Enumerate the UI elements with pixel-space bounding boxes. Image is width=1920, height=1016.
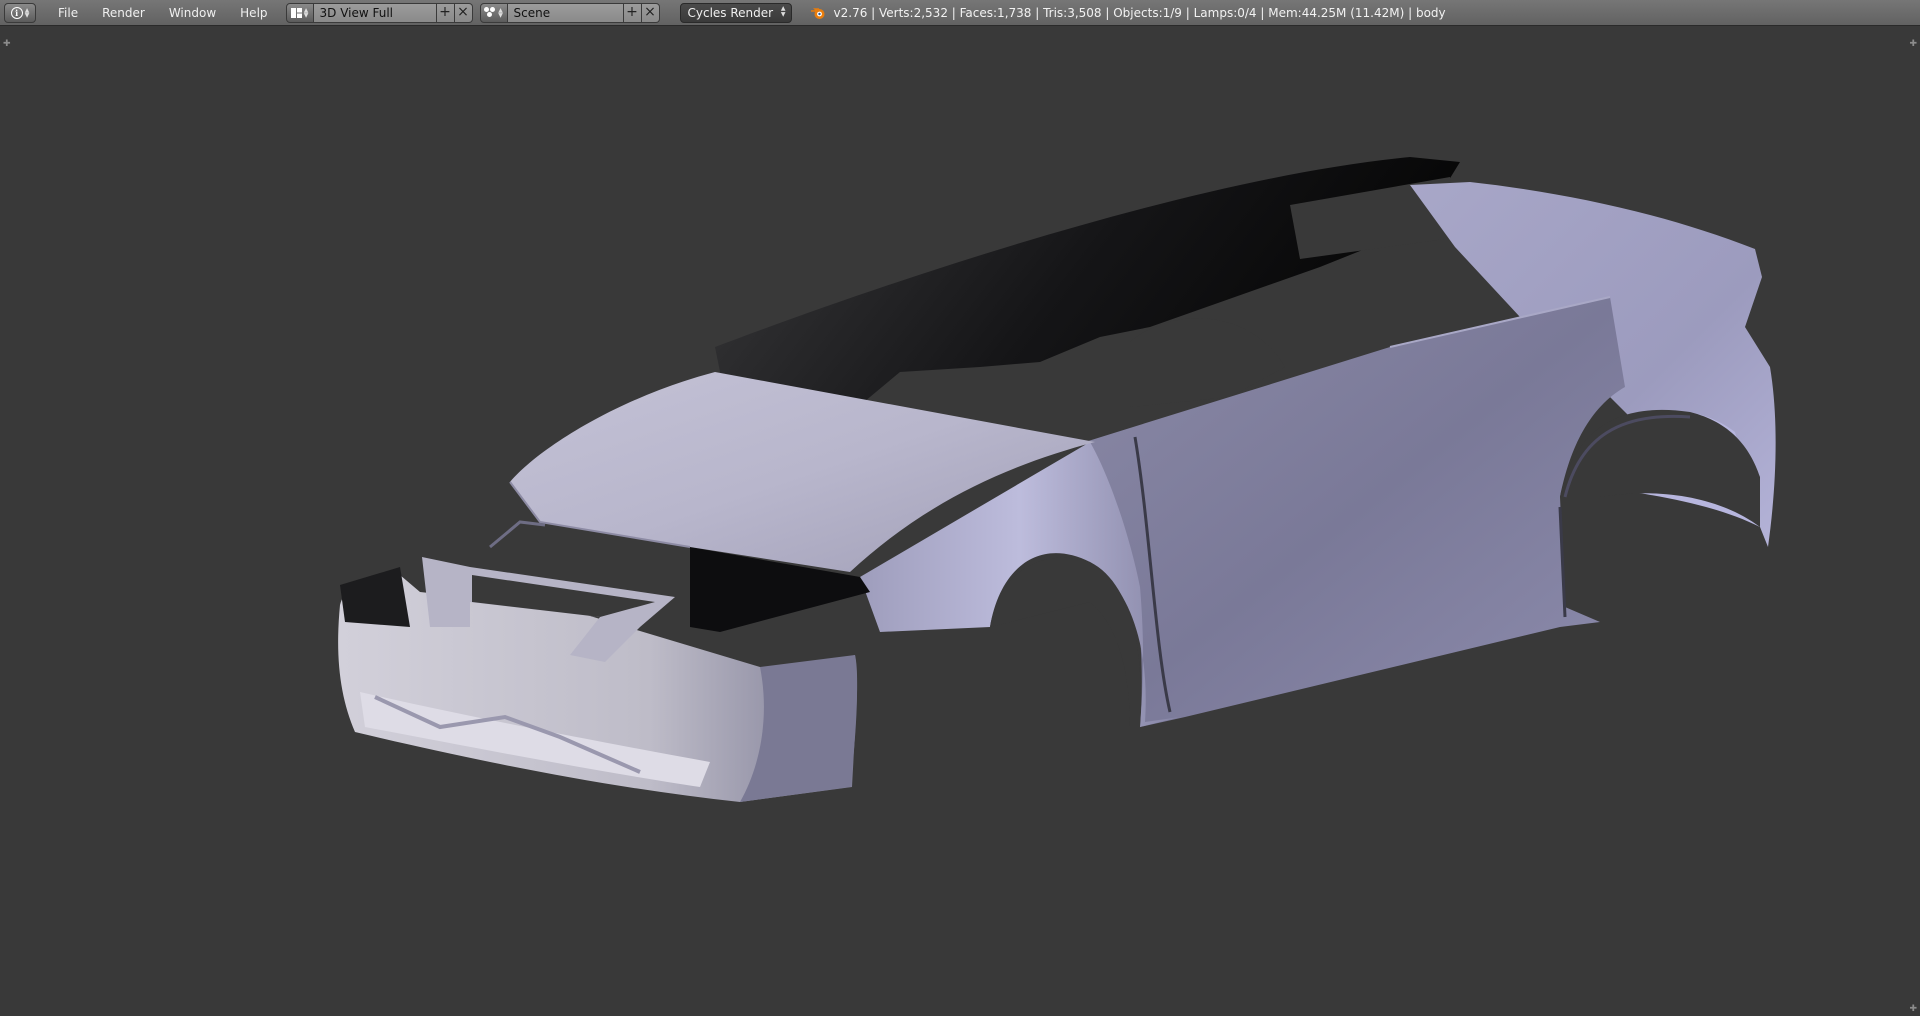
scene-statistics: v2.76 | Verts:2,532 | Faces:1,738 | Tris… [833,5,1446,20]
screen-layout-icon [290,7,302,18]
updown-arrows-icon: ▲ ▼ [780,4,786,18]
car-body-mesh[interactable] [0,27,1920,1016]
plus-icon: + [439,3,451,20]
menu-file[interactable]: File [46,0,90,26]
main-menu: File Render Window Help [46,0,280,26]
screen-layout-browse-button[interactable]: ▲ ▼ [285,2,314,23]
screen-layout-name-field[interactable]: 3D View Full [313,2,437,23]
updown-arrows-icon: ▲ ▼ [24,6,30,19]
3d-viewport[interactable]: ✚ ✚ ✚ [0,27,1920,1016]
scene-selector: ▲ ▼ Scene + × [479,2,660,23]
scene-add-button[interactable]: + [623,2,642,23]
menu-help[interactable]: Help [228,0,279,26]
bumper-inner [340,567,410,627]
screen-layout-add-button[interactable]: + [436,2,455,23]
scene-delete-button[interactable]: × [641,2,660,23]
screen-layout-delete-button[interactable]: × [454,2,473,23]
hood-lip [489,520,546,549]
menu-render[interactable]: Render [90,0,157,26]
editor-type-button[interactable]: i ▲ ▼ [4,2,36,23]
screen-layout-selector: ▲ ▼ 3D View Full + × [285,2,473,23]
info-icon: i [10,6,23,19]
blender-logo-icon [810,7,825,19]
updown-arrows-icon: ▲ ▼ [303,6,309,19]
plus-icon: + [626,3,638,20]
scene-name-field[interactable]: Scene [507,2,624,23]
render-engine-dropdown[interactable]: Cycles Render ▲ ▼ [679,2,792,23]
updown-arrows-icon: ▲ ▼ [498,6,503,19]
scene-browse-button[interactable]: ▲ ▼ [479,2,508,23]
scene-icon [484,7,496,18]
render-engine-label: Cycles Render [687,5,774,20]
info-header: i ▲ ▼ File Render Window Help ▲ ▼ 3D View … [0,0,1920,26]
close-icon: × [644,3,656,20]
close-icon: × [457,3,469,20]
menu-window[interactable]: Window [157,0,228,26]
